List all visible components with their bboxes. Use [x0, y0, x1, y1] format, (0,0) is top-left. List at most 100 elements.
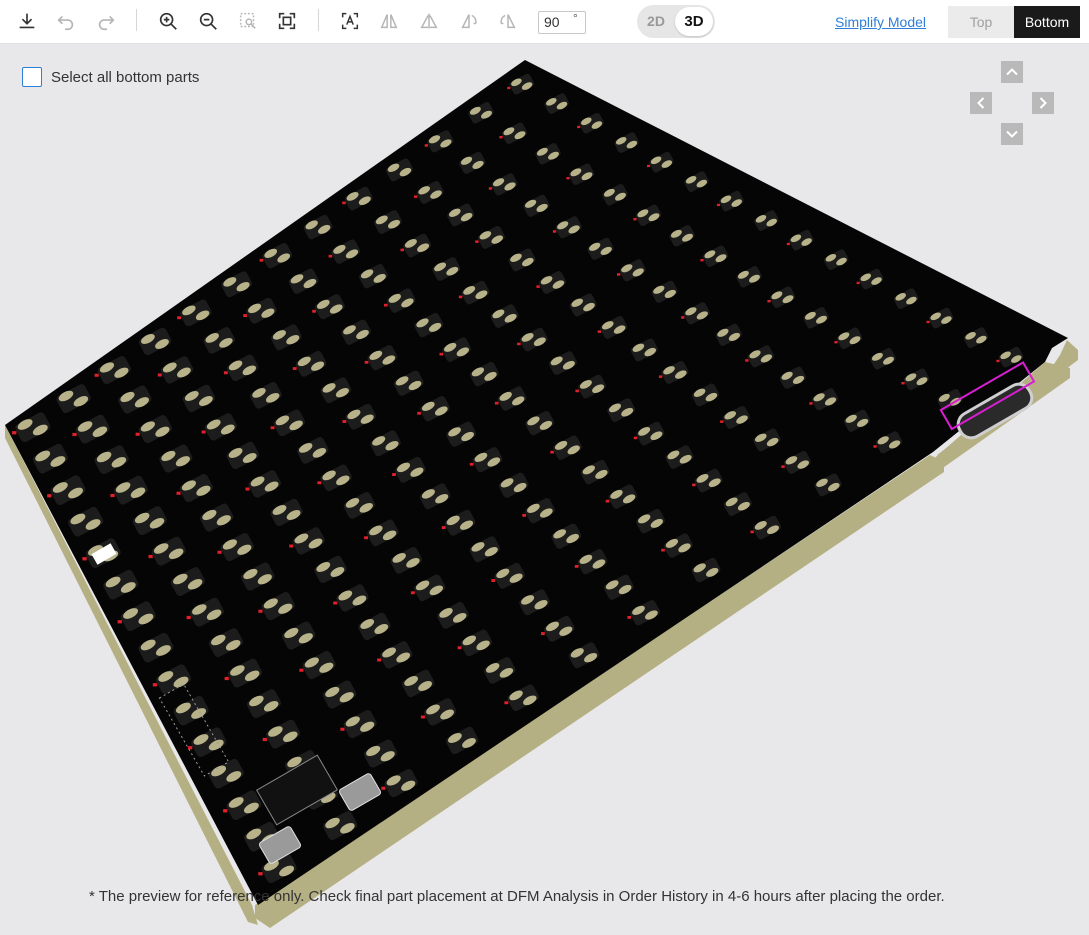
- led-diode: [577, 125, 581, 129]
- led-diode: [177, 316, 181, 320]
- pcb-board-render[interactable]: [0, 45, 1089, 935]
- preview-disclaimer: * The preview for reference only. Check …: [89, 888, 945, 905]
- led-diode: [499, 136, 503, 139]
- led-diode: [364, 360, 369, 364]
- led-diode: [270, 426, 275, 430]
- arrow-down-icon[interactable]: [1001, 123, 1023, 145]
- side-bottom-tab[interactable]: Bottom: [1014, 6, 1080, 38]
- redo-icon[interactable]: [91, 6, 121, 36]
- led-diode: [856, 281, 860, 285]
- led-diode: [186, 615, 191, 620]
- led-diode: [658, 375, 663, 378]
- led-diode: [781, 465, 785, 468]
- led-diode: [491, 579, 496, 582]
- download-icon[interactable]: [12, 6, 42, 36]
- led-diode: [424, 144, 428, 147]
- led-diode: [201, 430, 206, 434]
- led-diode: [541, 632, 545, 635]
- led-diode: [12, 431, 17, 435]
- led-diode: [259, 258, 264, 262]
- led-diode: [522, 514, 526, 517]
- led-diode: [312, 309, 316, 313]
- flip-vertical-icon[interactable]: [414, 6, 444, 36]
- flip-horizontal-icon[interactable]: [374, 6, 404, 36]
- led-diode: [188, 746, 193, 750]
- led-diode: [745, 359, 749, 362]
- led-diode: [410, 591, 415, 595]
- text-icon[interactable]: [335, 6, 365, 36]
- rotation-angle-input[interactable]: 90: [538, 11, 586, 34]
- undo-icon[interactable]: [51, 6, 81, 36]
- led-diode: [458, 295, 463, 299]
- led-diode: [342, 420, 347, 423]
- mode-3d-button[interactable]: 3D: [675, 7, 713, 36]
- led-diode: [494, 401, 499, 405]
- zoom-region-icon[interactable]: [233, 6, 263, 36]
- led-diode: [517, 342, 521, 346]
- zoom-in-icon[interactable]: [153, 6, 183, 36]
- side-top-tab[interactable]: Top: [948, 6, 1014, 38]
- rotate-cw-icon[interactable]: [493, 6, 523, 36]
- led-diode: [176, 491, 181, 495]
- arrow-left-icon[interactable]: [970, 92, 992, 114]
- led-diode: [681, 316, 685, 319]
- led-diode: [262, 737, 267, 742]
- led-diode: [550, 450, 554, 454]
- led-diode: [258, 609, 263, 613]
- led-diode: [224, 676, 229, 681]
- led-diode: [82, 557, 87, 561]
- led-diode: [996, 359, 1000, 363]
- led-diode: [47, 494, 52, 498]
- led-diode: [716, 203, 720, 207]
- led-diode: [152, 683, 158, 687]
- led-diode: [617, 273, 621, 276]
- led-diode: [720, 420, 724, 423]
- arrow-right-icon[interactable]: [1032, 92, 1054, 114]
- led-diode: [457, 646, 462, 650]
- led-diode: [217, 550, 222, 554]
- led-diode: [414, 195, 418, 198]
- led-diode: [417, 411, 421, 415]
- led-diode: [223, 371, 228, 375]
- led-diode: [901, 382, 905, 385]
- zoom-out-icon[interactable]: [193, 6, 223, 36]
- led-diode: [873, 445, 877, 448]
- toolbar-divider: [136, 9, 137, 31]
- led-diode: [72, 432, 77, 437]
- select-all-checkbox[interactable]: [22, 67, 42, 87]
- led-diode: [135, 432, 140, 436]
- led-diode: [289, 544, 294, 548]
- led-diode: [469, 462, 474, 466]
- select-all-label: Select all bottom parts: [51, 68, 200, 86]
- led-diode: [552, 230, 557, 233]
- led-diode: [786, 242, 790, 246]
- select-all-bottom-parts[interactable]: Select all bottom parts: [22, 67, 199, 87]
- led-diode: [504, 701, 509, 705]
- mode-2d-button[interactable]: 2D: [637, 5, 675, 38]
- view-mode-toggle: 2D 3D: [637, 5, 715, 38]
- simplify-model-link[interactable]: Simplify Model: [835, 14, 926, 30]
- led-diode: [661, 548, 665, 552]
- led-diode: [333, 601, 338, 605]
- led-diode: [400, 248, 404, 252]
- led-diode: [605, 499, 610, 503]
- led-diode: [507, 86, 511, 90]
- led-diode: [384, 303, 388, 307]
- rotate-ccw-icon[interactable]: [454, 6, 484, 36]
- arrow-up-icon[interactable]: [1001, 61, 1023, 83]
- fit-view-icon[interactable]: [272, 6, 302, 36]
- led-diode: [157, 373, 162, 377]
- led-diode: [475, 240, 479, 243]
- led-diode: [258, 872, 263, 876]
- led-diode: [750, 530, 754, 534]
- pcb-3d-viewer[interactable]: Select all bottom parts * The preview fo…: [0, 45, 1089, 935]
- led-diode: [488, 187, 493, 190]
- led-diode: [292, 367, 297, 370]
- led-diode: [439, 352, 444, 356]
- led-diode: [633, 218, 637, 221]
- led-diode: [392, 473, 396, 476]
- led-diode: [381, 786, 386, 790]
- led-diode: [420, 715, 425, 719]
- toolbar-divider: [318, 9, 319, 31]
- led-diode: [148, 554, 153, 559]
